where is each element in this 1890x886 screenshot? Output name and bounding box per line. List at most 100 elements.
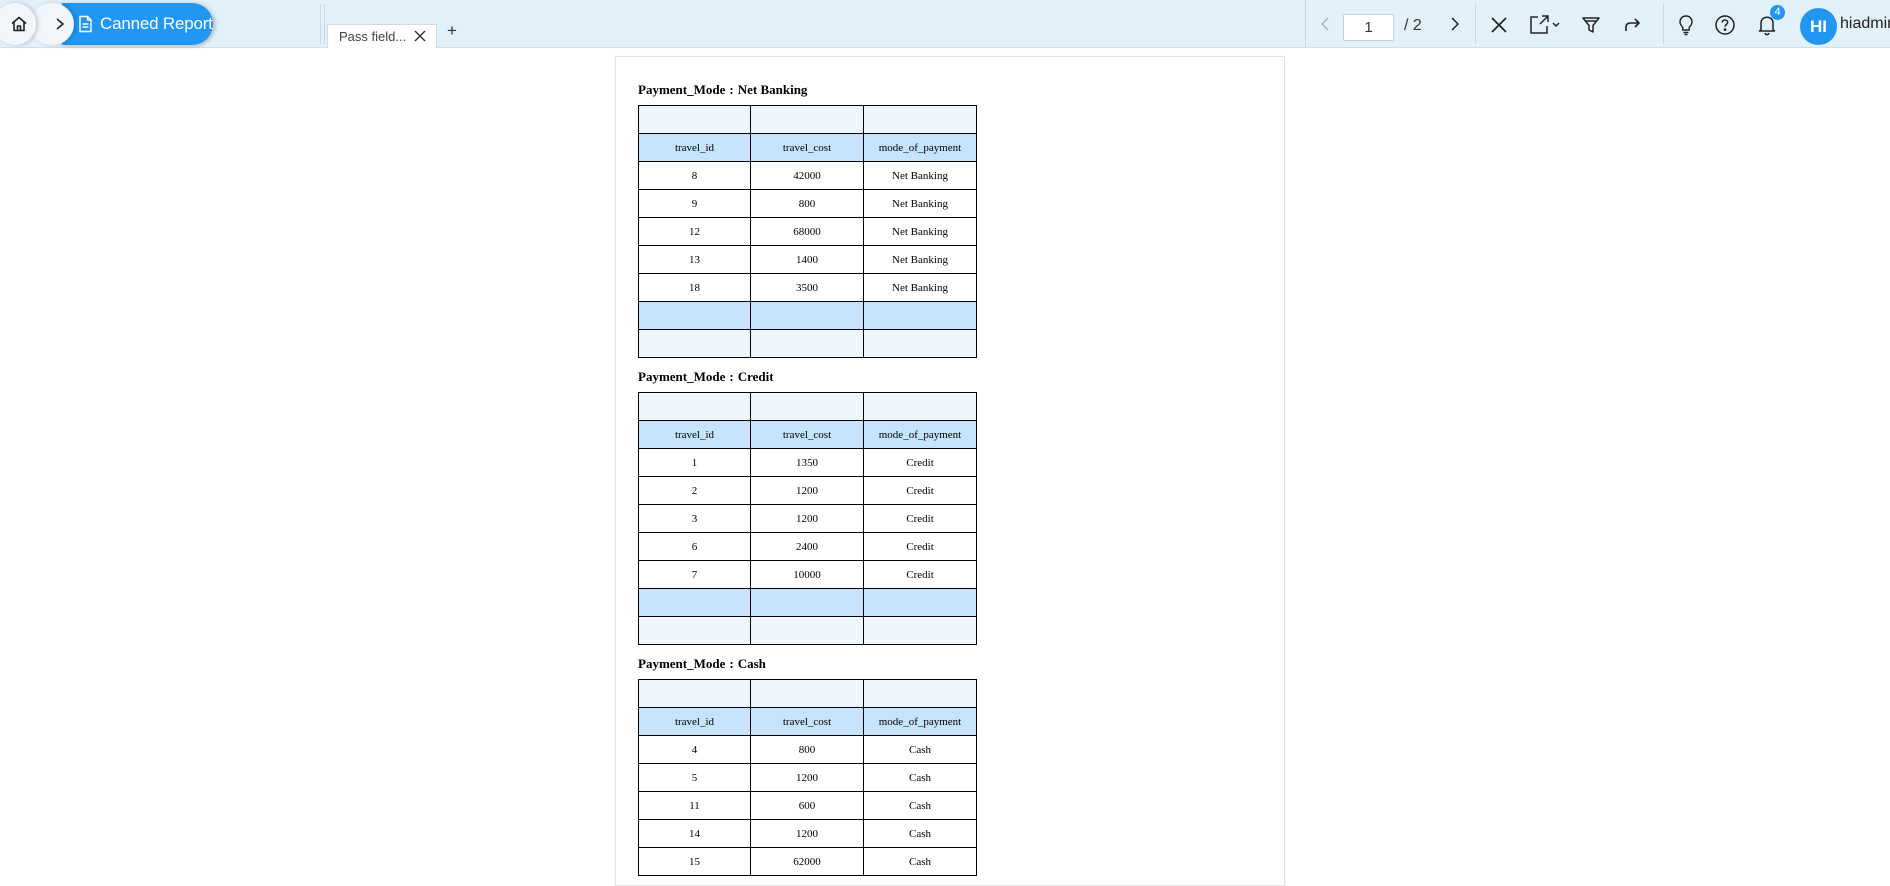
column-header: mode_of_payment	[863, 133, 977, 162]
table-cell: 1200	[750, 819, 864, 848]
breadcrumb-canned-report[interactable]: Canned Report	[62, 3, 213, 45]
table-row: 8 42000 Net Banking	[638, 161, 977, 190]
home-icon	[11, 16, 27, 32]
table-cell: 9	[638, 189, 751, 218]
table-cell: 1200	[750, 504, 864, 533]
table-row: 7 10000 Credit	[638, 560, 977, 589]
table-cell: 68000	[750, 217, 864, 246]
username[interactable]: hiadmin	[1840, 15, 1890, 33]
export-button[interactable]	[1527, 12, 1563, 38]
table-cell: 600	[750, 791, 864, 820]
table-cell: 3500	[750, 273, 864, 302]
table-cell	[863, 301, 977, 330]
table-cell	[750, 679, 864, 708]
table-cell: 3	[638, 504, 751, 533]
table-row: 9 800 Net Banking	[638, 189, 977, 218]
close-report-button[interactable]	[1486, 12, 1512, 38]
page-total: / 2	[1404, 17, 1422, 34]
table-blank-row	[638, 392, 977, 421]
table-cell	[638, 105, 751, 134]
home-button[interactable]	[0, 3, 36, 45]
close-icon	[1491, 17, 1507, 33]
table-cell: 14	[638, 819, 751, 848]
table-cell: Cash	[863, 735, 977, 764]
table-cell: 15	[638, 847, 751, 876]
export-icon	[1530, 15, 1560, 34]
table-blank-row	[638, 105, 977, 134]
table-cell: Credit	[863, 448, 977, 477]
report-group: Payment_Mode: Net Banking travel_id trave…	[638, 77, 977, 358]
filter-icon	[1582, 17, 1600, 33]
table-row: 15 62000 Cash	[638, 847, 977, 876]
report-table: travel_id travel_cost mode_of_payment 11…	[638, 392, 977, 645]
table-cell: Credit	[863, 560, 977, 589]
group-field: Payment_Mode	[638, 369, 726, 384]
filter-button[interactable]	[1578, 12, 1604, 38]
group-header: Payment_Mode: Net Banking	[638, 77, 977, 105]
table-subtotal-row	[638, 301, 977, 330]
toolbar-divider	[1663, 4, 1664, 44]
column-header: travel_id	[638, 707, 751, 736]
table-cell	[638, 301, 751, 330]
top-bar: Canned Report Pass field... + / 2	[0, 0, 1890, 48]
table-cell	[638, 588, 751, 617]
breadcrumb-expand-button[interactable]	[30, 3, 74, 45]
table-cell	[863, 588, 977, 617]
table-cell	[863, 105, 977, 134]
table-cell: 2400	[750, 532, 864, 561]
group-field: Payment_Mode	[638, 656, 726, 671]
table-cell: 18	[638, 273, 751, 302]
group-value: Cash	[737, 656, 766, 671]
table-row: 2 1200 Credit	[638, 476, 977, 505]
tab-pass-field[interactable]: Pass field...	[327, 24, 437, 48]
chevron-right-icon[interactable]	[1448, 16, 1462, 32]
table-cell	[638, 616, 751, 645]
table-header-row: travel_id travel_cost mode_of_payment	[638, 420, 977, 449]
table-cell: 8	[638, 161, 751, 190]
breadcrumb-label: Canned Report	[100, 14, 213, 33]
table-cell: 800	[750, 189, 864, 218]
table-cell: 1400	[750, 245, 864, 274]
close-icon[interactable]	[413, 29, 427, 43]
share-icon	[1625, 18, 1640, 31]
share-button[interactable]	[1620, 12, 1646, 38]
help-icon	[1715, 15, 1735, 35]
table-cell	[638, 679, 751, 708]
table-cell: 42000	[750, 161, 864, 190]
help-button[interactable]	[1712, 12, 1738, 38]
group-value: Credit	[737, 369, 774, 384]
insights-button[interactable]	[1673, 12, 1699, 38]
group-separator: :	[729, 369, 734, 384]
report-group: Payment_Mode: Cash travel_id travel_cost …	[638, 651, 977, 876]
table-cell	[638, 392, 751, 421]
lightbulb-icon	[1679, 15, 1693, 36]
table-header-row: travel_id travel_cost mode_of_payment	[638, 707, 977, 736]
table-cell: 6	[638, 532, 751, 561]
column-header: travel_id	[638, 133, 751, 162]
table-cell: 7	[638, 560, 751, 589]
table-cell	[638, 329, 751, 358]
table-cell	[750, 588, 864, 617]
table-cell: 13	[638, 245, 751, 274]
table-total-row	[638, 329, 977, 358]
toolbar-divider	[1475, 4, 1476, 44]
chevron-left-icon[interactable]	[1318, 16, 1332, 32]
column-header: travel_cost	[750, 133, 864, 162]
column-header: travel_id	[638, 420, 751, 449]
pager-divider	[1305, 0, 1306, 48]
avatar[interactable]: HI	[1800, 8, 1837, 45]
column-header: mode_of_payment	[863, 707, 977, 736]
table-cell	[750, 392, 864, 421]
table-cell: 1200	[750, 763, 864, 792]
table-cell: Credit	[863, 504, 977, 533]
table-cell: 10000	[750, 560, 864, 589]
table-cell: 62000	[750, 847, 864, 876]
group-header: Payment_Mode: Credit	[638, 364, 977, 392]
page-number-input[interactable]	[1343, 14, 1394, 41]
table-row: 3 1200 Credit	[638, 504, 977, 533]
table-cell	[750, 301, 864, 330]
table-cell: 1200	[750, 476, 864, 505]
table-total-row	[638, 616, 977, 645]
add-tab-button[interactable]: +	[444, 22, 460, 40]
report-page: Payment_Mode: Net Banking travel_id trave…	[615, 56, 1285, 886]
